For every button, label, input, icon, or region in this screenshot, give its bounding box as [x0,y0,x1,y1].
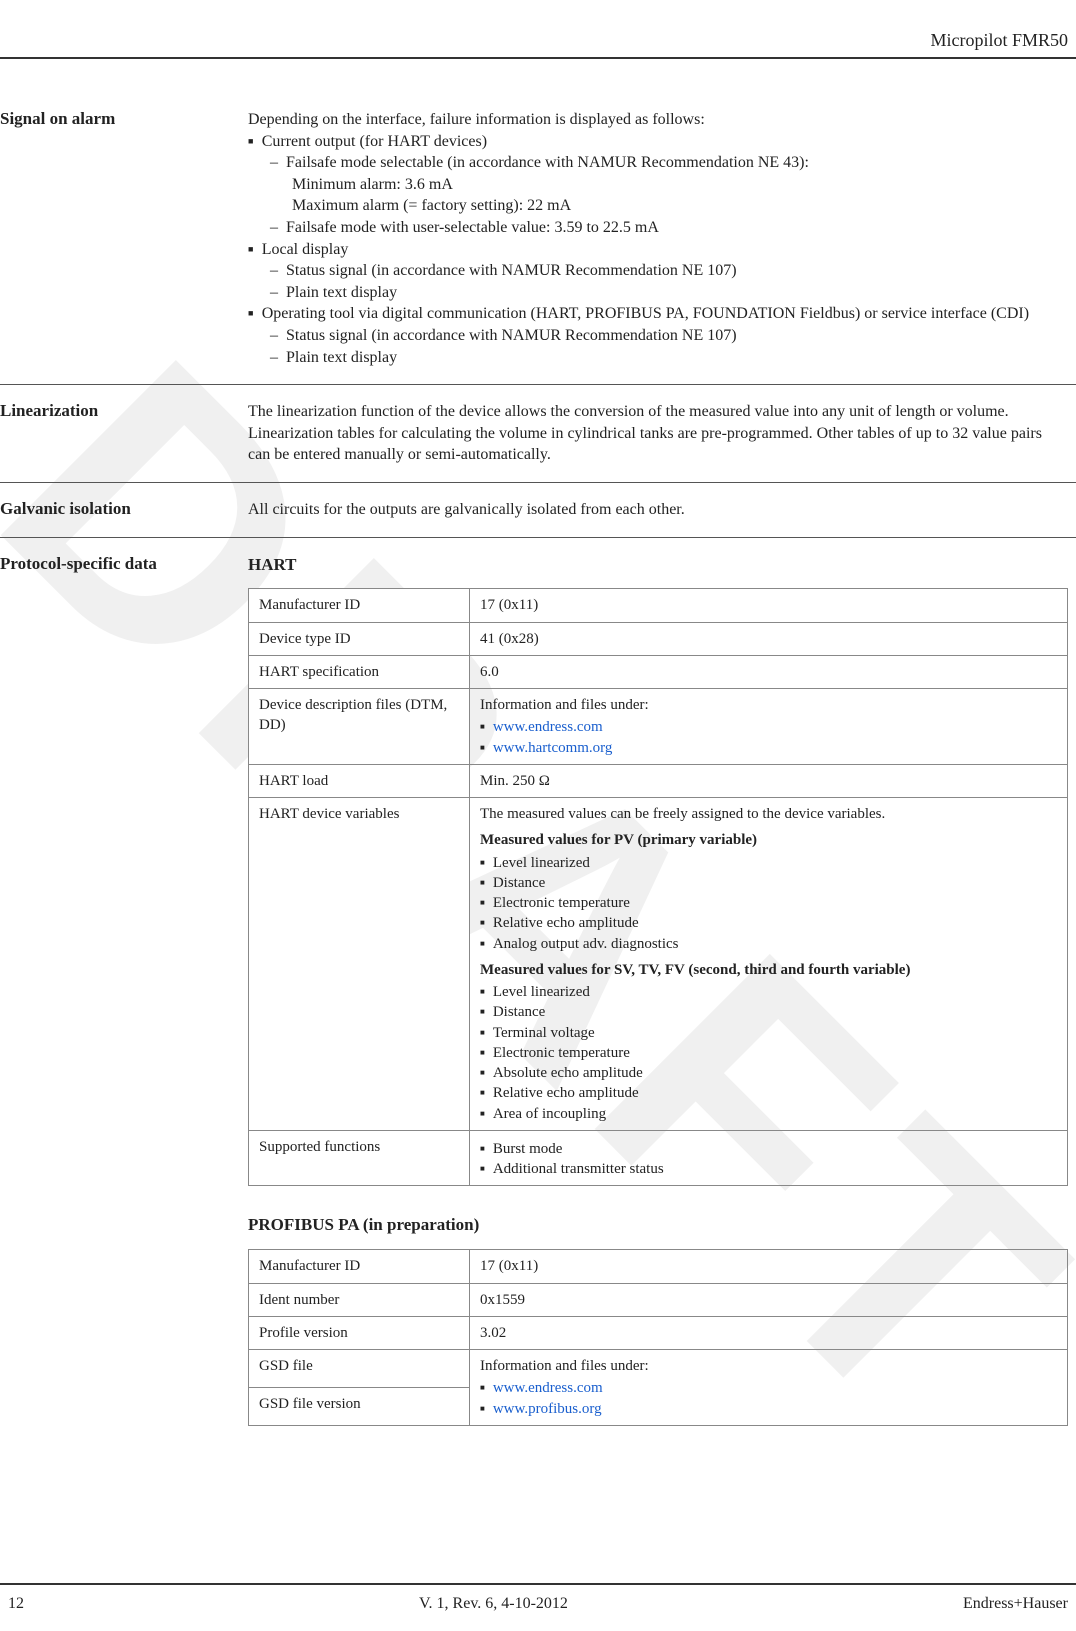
pb-manufacturer-id-val: 17 (0x11) [470,1250,1068,1283]
pb-ident-val: 0x1559 [470,1283,1068,1316]
pb-gsd-version-key: GSD file version [249,1388,470,1426]
signal-intro: Depending on the interface, failure info… [248,109,1068,131]
hart-pv-item: Distance [480,873,1057,893]
label-galvanic: Galvanic isolation [0,499,248,521]
hart-load-val: Min. 250 Ω [470,764,1068,797]
hart-sv-item: Terminal voltage [480,1023,1057,1043]
hart-manufacturer-id-key: Manufacturer ID [249,589,470,622]
label-signal-on-alarm: Signal on alarm [0,109,248,368]
hart-sv-item: Area of incoupling [480,1104,1057,1124]
hart-pv-item: Analog output adv. diagnostics [480,934,1057,954]
signal-b1a: Failsafe mode selectable (in accordance … [270,152,1068,174]
pb-manufacturer-id-key: Manufacturer ID [249,1250,470,1283]
table-row: Profile version 3.02 [249,1316,1068,1349]
table-row: Supported functions Burst mode Additiona… [249,1130,1068,1186]
signal-b3: Operating tool via digital communication… [248,303,1068,325]
hart-supported-key: Supported functions [249,1130,470,1186]
signal-b3b: Plain text display [270,347,1068,369]
hart-supported-item: Additional transmitter status [480,1159,1057,1179]
link-profibus[interactable]: www.profibus.org [493,1401,602,1417]
signal-b1a-max: Maximum alarm (= factory setting): 22 mA [292,195,1068,217]
table-row: Manufacturer ID 17 (0x11) [249,1250,1068,1283]
hart-pv-item: Level linearized [480,853,1057,873]
hart-manufacturer-id-val: 17 (0x11) [470,589,1068,622]
signal-b3a: Status signal (in accordance with NAMUR … [270,325,1068,347]
label-protocol: Protocol-specific data [0,554,248,1426]
header-product: Micropilot FMR50 [0,30,1076,57]
table-row: GSD file Information and files under: ww… [249,1350,1068,1388]
hart-device-type-key: Device type ID [249,622,470,655]
table-row: HART load Min. 250 Ω [249,764,1068,797]
signal-b2: Local display [248,239,1068,261]
profibus-table: Manufacturer ID 17 (0x11) Ident number 0… [248,1249,1068,1426]
hart-title: HART [248,554,1068,577]
pb-profile-val: 3.02 [470,1316,1068,1349]
linearization-text: The linearization function of the device… [248,401,1068,466]
pb-gsd-file-key: GSD file [249,1350,470,1388]
hart-sv-title: Measured values for SV, TV, FV (second, … [480,960,1057,980]
hart-sv-item: Electronic temperature [480,1043,1057,1063]
table-row: HART specification 6.0 [249,655,1068,688]
hart-table: Manufacturer ID 17 (0x11) Device type ID… [248,588,1068,1186]
hart-vars-intro: The measured values can be freely assign… [480,804,1057,824]
hart-pv-title: Measured values for PV (primary variable… [480,830,1057,850]
pb-ident-key: Ident number [249,1283,470,1316]
hart-sv-item: Distance [480,1002,1057,1022]
table-row: Device type ID 41 (0x28) [249,622,1068,655]
signal-b1b: Failsafe mode with user-selectable value… [270,217,1068,239]
hart-pv-item: Relative echo amplitude [480,913,1057,933]
table-row: Ident number 0x1559 [249,1283,1068,1316]
signal-b2a: Status signal (in accordance with NAMUR … [270,260,1068,282]
hart-pv-item: Electronic temperature [480,893,1057,913]
signal-b1: Current output (for HART devices) [248,131,1068,153]
hart-supported-item: Burst mode [480,1139,1057,1159]
table-row: HART device variables The measured value… [249,798,1068,1131]
hart-dtm-key: Device description files (DTM, DD) [249,689,470,765]
link-endress[interactable]: www.endress.com [493,719,603,735]
hart-spec-val: 6.0 [470,655,1068,688]
table-row: Manufacturer ID 17 (0x11) [249,589,1068,622]
pb-profile-key: Profile version [249,1316,470,1349]
hart-sv-item: Relative echo amplitude [480,1083,1057,1103]
profibus-title: PROFIBUS PA (in preparation) [248,1214,1068,1237]
signal-b1a-min: Minimum alarm: 3.6 mA [292,174,1068,196]
label-linearization: Linearization [0,401,248,466]
pb-files-intro: Information and files under: [480,1356,1057,1376]
hart-sv-item: Absolute echo amplitude [480,1063,1057,1083]
footer-version: V. 1, Rev. 6, 4-10-2012 [419,1595,568,1613]
hart-dtm-intro: Information and files under: [480,695,1057,715]
galvanic-text: All circuits for the outputs are galvani… [248,499,1068,521]
hart-load-key: HART load [249,764,470,797]
signal-b2b: Plain text display [270,282,1068,304]
hart-sv-item: Level linearized [480,982,1057,1002]
hart-device-type-val: 41 (0x28) [470,622,1068,655]
footer-page: 12 [8,1595,24,1613]
hart-spec-key: HART specification [249,655,470,688]
footer: 12 V. 1, Rev. 6, 4-10-2012 Endress+Hause… [0,1583,1076,1613]
link-endress[interactable]: www.endress.com [493,1380,603,1396]
table-row: Device description files (DTM, DD) Infor… [249,689,1068,765]
hart-vars-key: HART device variables [249,798,470,1131]
link-hartcomm[interactable]: www.hartcomm.org [493,740,613,756]
footer-company: Endress+Hauser [963,1595,1068,1613]
